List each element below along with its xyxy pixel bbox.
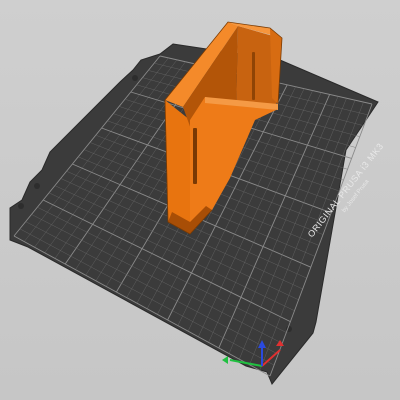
model-front-face xyxy=(165,100,190,234)
bed-notch xyxy=(132,75,138,81)
bed-notch xyxy=(34,183,40,189)
model-slot-right xyxy=(252,52,255,100)
3d-viewport[interactable]: ORIGINAL PRUSA i3 MK3 by Josef Prusa xyxy=(0,0,400,400)
scene-canvas[interactable]: ORIGINAL PRUSA i3 MK3 by Josef Prusa xyxy=(0,0,400,400)
y-axis-arrow xyxy=(222,356,228,364)
bed-notch xyxy=(18,203,24,209)
model-slot xyxy=(193,128,197,184)
